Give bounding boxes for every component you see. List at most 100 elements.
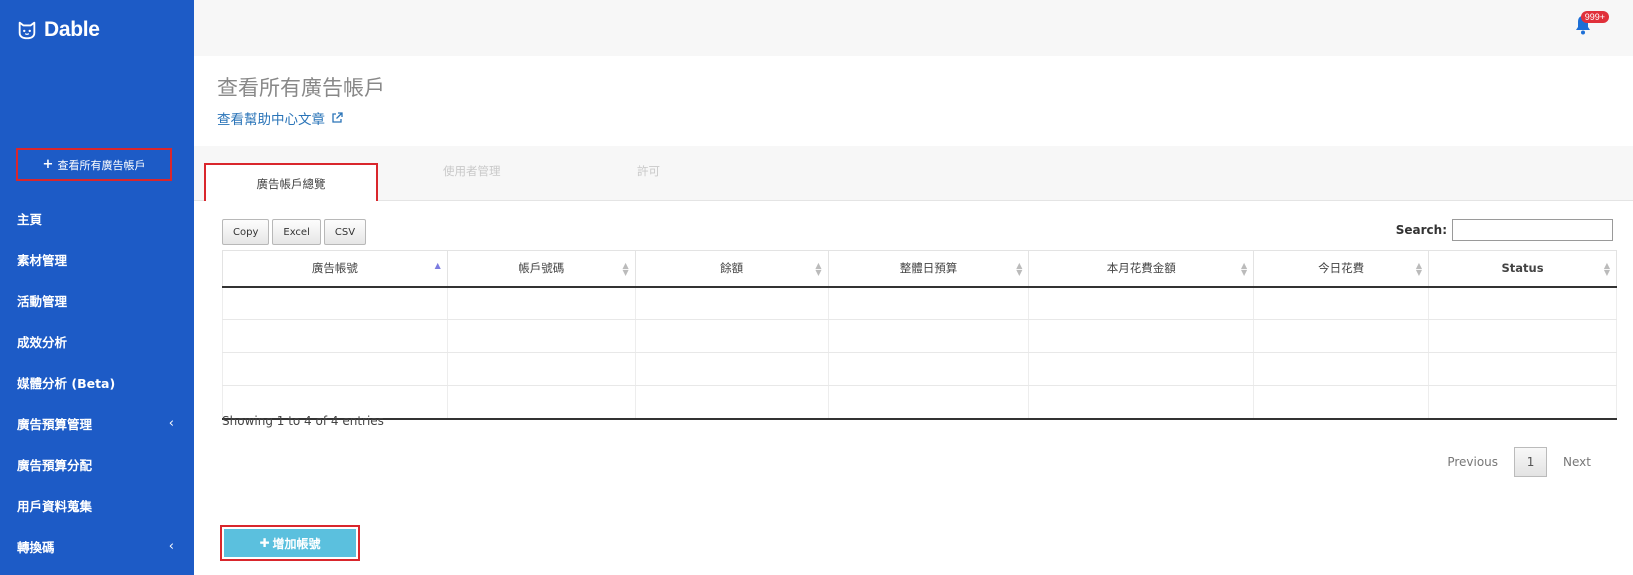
main-content: Copy Excel CSV Search: 廣告帳號 ▲ 帳戶號碼 ▲ ▼ 餘額 ▲ ▼… — [194, 201, 1633, 575]
sidebar-item-budget-management[interactable]: 廣告預算管理 ‹ — [0, 403, 194, 444]
column-header-status[interactable]: Status ▲ ▼ — [1428, 250, 1617, 288]
tab-account-overview[interactable]: 廣告帳戶總覽 — [204, 163, 378, 205]
table-cell — [1428, 319, 1617, 353]
column-header-label: 廣告帳號 — [311, 261, 358, 276]
sidebar-item-audience[interactable]: 用戶資料蒐集 — [0, 485, 194, 526]
column-header-label: 整體日預算 — [899, 261, 958, 276]
column-header-account-id[interactable]: 帳戶號碼 ▲ ▼ — [446, 250, 636, 288]
tabs-bar: 廣告帳戶總覽 使用者管理 許可 — [194, 146, 1633, 205]
sort-icon: ▲ ▼ — [815, 261, 822, 277]
sort-icon: ▲ ▼ — [1241, 261, 1248, 277]
sidebar-nav: 主頁 素材管理 活動管理 成效分析 媒體分析 (Beta) 廣告預算管理 ‹ 廣告… — [0, 198, 194, 567]
pagination-next[interactable]: Next — [1557, 455, 1597, 469]
table-cell — [446, 385, 636, 420]
column-header-label: Status — [1501, 261, 1544, 276]
column-header-label: 餘額 — [720, 261, 744, 276]
sidebar-item-label: 主頁 — [17, 212, 43, 227]
table-row[interactable] — [222, 319, 1617, 353]
table-info-text: Showing 1 to 4 of 4 entries — [222, 414, 384, 428]
sort-asc-icon: ▲ — [434, 261, 441, 270]
sidebar-item-label: 活動管理 — [17, 294, 68, 309]
help-center-link-label: 查看幫助中心文章 — [217, 112, 325, 128]
table-cell — [222, 352, 448, 386]
table-cell — [827, 286, 1029, 320]
search-input[interactable] — [1452, 219, 1613, 241]
table-cell — [634, 385, 829, 420]
excel-button[interactable]: Excel — [272, 219, 321, 245]
table-cell — [634, 319, 829, 353]
page-header: 查看所有廣告帳戶 查看幫助中心文章 — [194, 56, 1633, 146]
accounts-table: 廣告帳號 ▲ 帳戶號碼 ▲ ▼ 餘額 ▲ ▼ 整體日預算 ▲ ▼ 本月花費金額 ▲ ▼ 今日花費 ▲… — [222, 250, 1617, 420]
add-account-label: 增加帳號 — [272, 536, 321, 551]
add-account-highlight: ✚ 增加帳號 — [220, 525, 360, 561]
table-row[interactable] — [222, 352, 1617, 386]
table-cell — [1428, 352, 1617, 386]
page-title: 查看所有廣告帳戶 — [217, 76, 385, 100]
table-cell — [222, 319, 448, 353]
external-link-icon — [332, 112, 343, 123]
table-cell — [446, 286, 636, 320]
add-account-button[interactable]: ✚ 增加帳號 — [224, 529, 356, 557]
table-cell — [446, 319, 636, 353]
sidebar-item-media-analysis[interactable]: 媒體分析 (Beta) — [0, 362, 194, 403]
dable-logo-icon — [18, 21, 36, 40]
copy-button[interactable]: Copy — [222, 219, 270, 245]
table-cell — [827, 319, 1029, 353]
table-cell — [827, 385, 1029, 420]
table-cell — [634, 352, 829, 386]
sort-icon: ▲ ▼ — [622, 261, 629, 277]
sidebar: Dable + 查看所有廣告帳戶 主頁 素材管理 活動管理 成效分析 媒體分析 … — [0, 0, 194, 575]
sidebar-item-label: 媒體分析 (Beta) — [17, 376, 116, 391]
export-button-group: Copy Excel CSV — [222, 219, 367, 245]
table-cell — [1428, 385, 1617, 420]
table-row[interactable] — [222, 286, 1617, 320]
tab-permissions[interactable]: 許可 — [637, 163, 660, 179]
sidebar-item-label: 素材管理 — [17, 253, 68, 268]
sidebar-item-creatives[interactable]: 素材管理 — [0, 239, 194, 280]
csv-button[interactable]: CSV — [323, 219, 367, 245]
column-header-account-name[interactable]: 廣告帳號 ▲ — [222, 250, 448, 288]
sidebar-item-label: 轉換碼 — [17, 540, 55, 555]
table-cell — [1253, 385, 1429, 420]
sidebar-item-label: 用戶資料蒐集 — [17, 499, 93, 514]
table-cell — [1028, 286, 1254, 320]
pagination-previous[interactable]: Previous — [1441, 455, 1504, 469]
table-row[interactable] — [222, 385, 1617, 420]
column-header-today-spend[interactable]: 今日花費 ▲ ▼ — [1253, 250, 1429, 288]
table-cell — [1253, 319, 1429, 353]
sidebar-item-label: 廣告預算管理 — [17, 417, 93, 432]
table-cell — [634, 286, 829, 320]
sidebar-item-home[interactable]: 主頁 — [0, 198, 194, 239]
sidebar-item-campaigns[interactable]: 活動管理 — [0, 280, 194, 321]
sort-icon: ▲ ▼ — [1603, 261, 1610, 277]
sidebar-item-label: 廣告預算分配 — [17, 458, 93, 473]
column-header-daily-budget[interactable]: 整體日預算 ▲ ▼ — [827, 250, 1029, 288]
help-center-link[interactable]: 查看幫助中心文章 — [217, 108, 343, 128]
brand-logo[interactable]: Dable — [16, 18, 100, 42]
sidebar-item-budget-allocation[interactable]: 廣告預算分配 — [0, 444, 194, 485]
plus-icon: ✚ — [259, 536, 270, 550]
chevron-left-icon: ‹ — [168, 416, 174, 431]
column-header-label: 本月花費金額 — [1106, 261, 1176, 276]
view-all-accounts-button[interactable]: + 查看所有廣告帳戶 — [16, 148, 172, 181]
column-header-monthly-spend[interactable]: 本月花費金額 ▲ ▼ — [1028, 250, 1254, 288]
sidebar-item-performance[interactable]: 成效分析 — [0, 321, 194, 362]
sidebar-item-conversion[interactable]: 轉換碼 ‹ — [0, 526, 194, 567]
search-area: Search: — [1396, 219, 1613, 241]
column-header-label: 今日花費 — [1318, 261, 1365, 276]
brand-name: Dable — [44, 18, 100, 41]
tab-user-management[interactable]: 使用者管理 — [443, 163, 501, 179]
column-header-label: 帳戶號碼 — [518, 261, 565, 276]
table-cell — [1028, 385, 1254, 420]
search-label: Search: — [1395, 223, 1447, 237]
table-cell — [1253, 352, 1429, 386]
table-cell — [1253, 286, 1429, 320]
pagination-page-1[interactable]: 1 — [1514, 447, 1548, 477]
pagination: Previous 1 Next — [1441, 447, 1597, 477]
table-cell — [1028, 352, 1254, 386]
sidebar-item-label: 成效分析 — [17, 335, 68, 350]
column-header-balance[interactable]: 餘額 ▲ ▼ — [634, 250, 829, 288]
view-all-accounts-label: 查看所有廣告帳戶 — [57, 158, 146, 172]
plus-icon: + — [42, 157, 54, 172]
notification-badge: 999+ — [1580, 11, 1609, 23]
